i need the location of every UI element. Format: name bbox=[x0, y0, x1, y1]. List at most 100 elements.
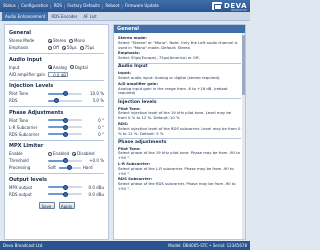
help-title: General bbox=[114, 25, 245, 33]
stereo-radio[interactable] bbox=[48, 38, 52, 43]
nav-configuration[interactable]: Configuration bbox=[21, 0, 48, 12]
emphasis-row: Emphasis Off 50µs 75µs bbox=[9, 44, 104, 51]
digital-radio[interactable] bbox=[69, 65, 74, 69]
processing-label: Processing bbox=[9, 165, 31, 170]
rds-injection-label: RDS bbox=[9, 98, 18, 103]
rds-output-value: 0.0 dBu bbox=[88, 191, 104, 197]
processing-slider[interactable] bbox=[58, 165, 81, 170]
save-button[interactable]: Save bbox=[38, 201, 55, 209]
help-gain-text: Analog input gain in the range from -6 t… bbox=[118, 85, 228, 96]
input-row: Input Analog Digital bbox=[9, 64, 104, 71]
section-mpx-limiter: MPX Limiter bbox=[9, 143, 44, 149]
stereo-mode-label: Stereo Mode bbox=[9, 38, 35, 43]
rds-injection-row: RDS 5.0 % bbox=[9, 97, 104, 104]
nav-factory-defaults[interactable]: Factory Defaults bbox=[67, 0, 100, 12]
help-scrollbar[interactable] bbox=[242, 33, 245, 239]
mpx-output-label: MPX output bbox=[9, 184, 33, 190]
pilot-injection-slider[interactable] bbox=[48, 91, 82, 96]
rds-injection-value: 5.0 % bbox=[92, 98, 104, 103]
emphasis-75-radio[interactable] bbox=[79, 45, 84, 50]
section-phase: Phase Adjustments bbox=[9, 109, 64, 116]
gain-row: A/D amplifier gain 0.0 dB bbox=[9, 71, 104, 78]
section-output: Output levels bbox=[9, 176, 47, 183]
processing-soft: Soft bbox=[48, 165, 56, 170]
help-rds-text: Select injection level of the RDS subcar… bbox=[118, 125, 241, 136]
section-injection: Injection Levels bbox=[9, 83, 54, 89]
processing-hard: Hard bbox=[82, 165, 93, 170]
threshold-row: Threshold +0.0 % bbox=[9, 157, 104, 164]
help-emphasis-text: Select 50µs(Europe), 75µs(America) or Of… bbox=[118, 55, 200, 61]
sub-tabs: Audio Enhancement RDS Encoder AF List bbox=[0, 11, 250, 21]
nav-status[interactable]: Status bbox=[3, 0, 16, 12]
nav-reboot[interactable]: Reboot bbox=[105, 0, 119, 12]
nav-rds[interactable]: RDS bbox=[54, 0, 62, 12]
lr-phase-row: L-R Subcarrier 0 ° bbox=[9, 124, 104, 131]
rds-phase-label: RDS Subcarrier bbox=[9, 131, 40, 137]
gain-label: A/D amplifier gain bbox=[9, 71, 46, 77]
gain-input[interactable]: 0.0 dB bbox=[48, 71, 68, 78]
apply-button[interactable]: Apply bbox=[58, 201, 75, 209]
tab-af-list[interactable]: AF List bbox=[80, 12, 99, 21]
processing-row: Processing Soft Hard bbox=[9, 164, 104, 171]
help-pilot-phase-text: Select phase of the 19 kHz pilot tone. P… bbox=[118, 150, 240, 161]
emphasis-50-radio[interactable] bbox=[61, 45, 66, 50]
tab-audio-enhancement[interactable]: Audio Enhancement bbox=[2, 11, 49, 21]
emphasis-50-opt: 50µs bbox=[66, 45, 77, 50]
lr-phase-label: L-R Subcarrier bbox=[9, 124, 38, 130]
tab-rds-encoder[interactable]: RDS Encoder bbox=[48, 12, 80, 21]
stereo-opt: Stereo bbox=[53, 38, 67, 43]
lr-phase-slider[interactable] bbox=[48, 124, 82, 130]
disabled-opt: Disabled bbox=[77, 151, 95, 156]
mono-radio[interactable] bbox=[69, 38, 74, 43]
lr-phase-value: 0 ° bbox=[98, 124, 104, 130]
footer: Deva Broadcast Ltd. Model: DB4005-STC • … bbox=[0, 241, 250, 250]
help-rds-phase-text: Select phase of the RDS subcarrier. Phas… bbox=[118, 181, 236, 192]
help-panel: General Stereo mode: Select "Stereo" or … bbox=[113, 24, 246, 240]
rds-injection-slider[interactable] bbox=[48, 98, 82, 103]
scrollbar-thumb[interactable] bbox=[242, 35, 245, 95]
pilot-injection-label: Pilot Tone bbox=[9, 91, 29, 96]
nav-firmware-update[interactable]: Firmware Update bbox=[125, 0, 159, 12]
pilot-phase-slider[interactable] bbox=[48, 117, 82, 123]
help-phase-heading: Phase adjustments bbox=[118, 139, 167, 145]
analog-radio[interactable] bbox=[48, 65, 52, 69]
pilot-injection-value: 10.0 % bbox=[90, 91, 104, 96]
footer-company: Deva Broadcast Ltd. bbox=[3, 243, 44, 248]
mpx-output-row: MPX output 0.0 dBu bbox=[9, 184, 104, 191]
threshold-label: Threshold bbox=[9, 158, 29, 163]
help-pilot-text: Select injection level of the 19 kHz pil… bbox=[118, 110, 232, 121]
pilot-phase-row: Pilot Tone 0 ° bbox=[9, 117, 104, 124]
help-stereo-text: Select "Stereo" or "Mono". Note: Only th… bbox=[118, 39, 238, 50]
help-lr-phase-text: Select phase of the L-R subcarrier. Phas… bbox=[118, 165, 234, 176]
pilot-phase-value: 0 ° bbox=[98, 117, 104, 123]
brand-logo: DEVA BROADCAST bbox=[212, 1, 247, 12]
enabled-radio[interactable] bbox=[48, 151, 52, 156]
threshold-slider[interactable] bbox=[48, 158, 82, 163]
logo-icon bbox=[212, 2, 223, 10]
enabled-opt: Enabled bbox=[53, 151, 70, 156]
section-general: General bbox=[9, 30, 31, 36]
stereo-mode-row: Stereo Mode Stereo Mono bbox=[9, 37, 104, 44]
rds-output-slider[interactable] bbox=[48, 191, 82, 197]
section-audio-input: Audio Input bbox=[9, 56, 42, 63]
rds-output-row: RDS output 0.0 dBu bbox=[9, 191, 104, 198]
rds-phase-row: RDS Subcarrier 0 ° bbox=[9, 131, 104, 138]
help-audio-input-heading: Audio Input bbox=[118, 64, 148, 70]
settings-panel: General Stereo Mode Stereo Mono Emphasis… bbox=[4, 24, 109, 240]
rds-phase-slider[interactable] bbox=[48, 131, 82, 137]
help-body: Stereo mode: Select "Stereo" or "Mono". … bbox=[114, 33, 245, 233]
mono-opt: Mono bbox=[74, 38, 85, 43]
emphasis-label: Emphasis bbox=[9, 45, 29, 50]
emphasis-off-radio[interactable] bbox=[48, 45, 52, 50]
top-nav: Status | Configuration | RDS | Factory Defa… bbox=[0, 0, 250, 12]
threshold-value: +0.0 % bbox=[89, 158, 104, 163]
mpx-output-value: 0.0 dBu bbox=[88, 184, 104, 190]
disabled-radio[interactable] bbox=[72, 151, 77, 156]
digital-opt: Digital bbox=[74, 64, 88, 70]
input-label: Input bbox=[9, 64, 20, 70]
mpx-enable-label: Enable bbox=[9, 151, 23, 156]
emphasis-off-opt: Off bbox=[53, 45, 59, 50]
help-injection-heading: Injection levels bbox=[118, 99, 157, 105]
emphasis-75-opt: 75µs bbox=[84, 45, 95, 50]
mpx-output-slider[interactable] bbox=[48, 184, 82, 190]
